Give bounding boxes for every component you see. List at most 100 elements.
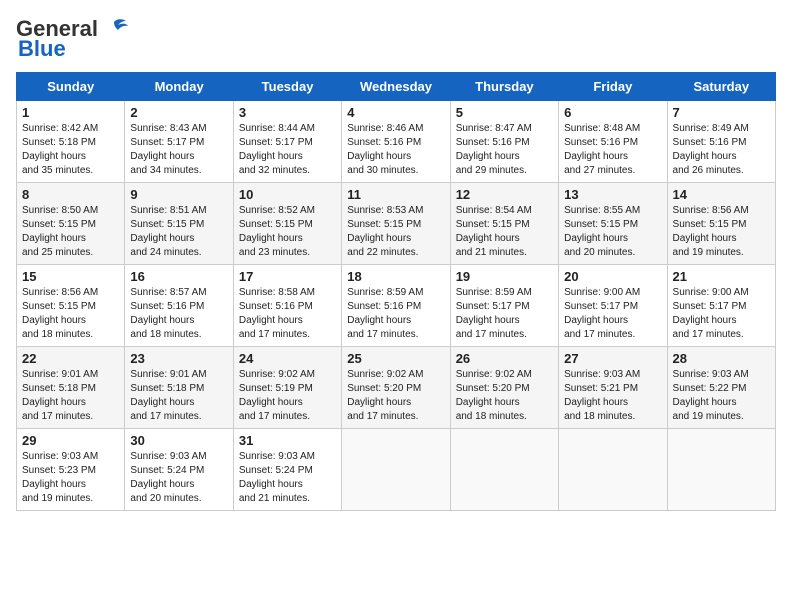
day-number: 10	[239, 187, 336, 202]
cell-info: Sunrise: 9:03 AMSunset: 5:21 PMDaylight …	[564, 368, 661, 424]
cell-info: Sunrise: 8:59 AMSunset: 5:16 PMDaylight …	[347, 286, 444, 342]
calendar-day-8: 8 Sunrise: 8:50 AMSunset: 5:15 PMDaylight…	[17, 183, 125, 265]
calendar-day-9: 9 Sunrise: 8:51 AMSunset: 5:15 PMDaylight…	[125, 183, 233, 265]
cell-info: Sunrise: 8:43 AMSunset: 5:17 PMDaylight …	[130, 122, 227, 178]
calendar-day-1: 1 Sunrise: 8:42 AMSunset: 5:18 PMDaylight…	[17, 101, 125, 183]
cell-info: Sunrise: 8:46 AMSunset: 5:16 PMDaylight …	[347, 122, 444, 178]
calendar-day-5: 5 Sunrise: 8:47 AMSunset: 5:16 PMDaylight…	[450, 101, 558, 183]
calendar-day-7: 7 Sunrise: 8:49 AMSunset: 5:16 PMDaylight…	[667, 101, 775, 183]
dow-header-sunday: Sunday	[17, 73, 125, 101]
logo-blue-text: Blue	[18, 36, 66, 62]
cell-info: Sunrise: 9:00 AMSunset: 5:17 PMDaylight …	[564, 286, 661, 342]
cell-info: Sunrise: 9:01 AMSunset: 5:18 PMDaylight …	[22, 368, 119, 424]
calendar-day-30: 30Sunrise: 9:03 AMSunset: 5:24 PMDayligh…	[125, 429, 233, 511]
empty-cell	[559, 429, 667, 511]
calendar-day-16: 16 Sunrise: 8:57 AMSunset: 5:16 PMDayligh…	[125, 265, 233, 347]
day-number: 17	[239, 269, 336, 284]
day-number: 2	[130, 105, 227, 120]
calendar-day-13: 13 Sunrise: 8:55 AMSunset: 5:15 PMDayligh…	[559, 183, 667, 265]
cell-info: Sunrise: 8:59 AMSunset: 5:17 PMDaylight …	[456, 286, 553, 342]
day-number: 15	[22, 269, 119, 284]
cell-info: Sunrise: 8:50 AMSunset: 5:15 PMDaylight …	[22, 204, 119, 260]
day-number: 13	[564, 187, 661, 202]
cell-info: Sunrise: 8:58 AMSunset: 5:16 PMDaylight …	[239, 286, 336, 342]
day-number: 29	[22, 433, 119, 448]
day-number: 18	[347, 269, 444, 284]
cell-info: Sunrise: 8:44 AMSunset: 5:17 PMDaylight …	[239, 122, 336, 178]
day-number: 21	[673, 269, 770, 284]
cell-info: Sunrise: 9:02 AMSunset: 5:20 PMDaylight …	[347, 368, 444, 424]
calendar-day-15: 15 Sunrise: 8:56 AMSunset: 5:15 PMDayligh…	[17, 265, 125, 347]
calendar-day-23: 23Sunrise: 9:01 AMSunset: 5:18 PMDayligh…	[125, 347, 233, 429]
cell-info: Sunrise: 9:03 AMSunset: 5:24 PMDaylight …	[130, 450, 227, 506]
logo: General Blue	[16, 16, 128, 62]
cell-info: Sunrise: 8:47 AMSunset: 5:16 PMDaylight …	[456, 122, 553, 178]
calendar-day-14: 14Sunrise: 8:56 AMSunset: 5:15 PMDayligh…	[667, 183, 775, 265]
calendar-day-19: 19 Sunrise: 8:59 AMSunset: 5:17 PMDayligh…	[450, 265, 558, 347]
cell-info: Sunrise: 8:56 AMSunset: 5:15 PMDaylight …	[22, 286, 119, 342]
cell-info: Sunrise: 8:52 AMSunset: 5:15 PMDaylight …	[239, 204, 336, 260]
empty-cell	[450, 429, 558, 511]
empty-cell	[667, 429, 775, 511]
cell-info: Sunrise: 8:57 AMSunset: 5:16 PMDaylight …	[130, 286, 227, 342]
calendar-day-28: 28 Sunrise: 9:03 AMSunset: 5:22 PMDayligh…	[667, 347, 775, 429]
day-number: 7	[673, 105, 770, 120]
day-number: 22	[22, 351, 119, 366]
day-number: 24	[239, 351, 336, 366]
cell-info: Sunrise: 8:53 AMSunset: 5:15 PMDaylight …	[347, 204, 444, 260]
cell-info: Sunrise: 8:54 AMSunset: 5:15 PMDaylight …	[456, 204, 553, 260]
day-number: 1	[22, 105, 119, 120]
calendar-day-27: 27Sunrise: 9:03 AMSunset: 5:21 PMDayligh…	[559, 347, 667, 429]
cell-info: Sunrise: 9:01 AMSunset: 5:18 PMDaylight …	[130, 368, 227, 424]
calendar-day-25: 25 Sunrise: 9:02 AMSunset: 5:20 PMDayligh…	[342, 347, 450, 429]
cell-info: Sunrise: 9:03 AMSunset: 5:24 PMDaylight …	[239, 450, 336, 506]
calendar-day-29: 29 Sunrise: 9:03 AMSunset: 5:23 PMDayligh…	[17, 429, 125, 511]
day-number: 25	[347, 351, 444, 366]
cell-info: Sunrise: 9:03 AMSunset: 5:22 PMDaylight …	[673, 368, 770, 424]
header: General Blue	[16, 16, 776, 62]
cell-info: Sunrise: 9:02 AMSunset: 5:19 PMDaylight …	[239, 368, 336, 424]
logo-bird-icon	[100, 18, 128, 40]
cell-info: Sunrise: 8:55 AMSunset: 5:15 PMDaylight …	[564, 204, 661, 260]
dow-header-thursday: Thursday	[450, 73, 558, 101]
calendar-day-2: 2 Sunrise: 8:43 AMSunset: 5:17 PMDaylight…	[125, 101, 233, 183]
calendar-day-4: 4 Sunrise: 8:46 AMSunset: 5:16 PMDaylight…	[342, 101, 450, 183]
day-number: 28	[673, 351, 770, 366]
cell-info: Sunrise: 8:48 AMSunset: 5:16 PMDaylight …	[564, 122, 661, 178]
calendar-day-31: 31 Sunrise: 9:03 AMSunset: 5:24 PMDayligh…	[233, 429, 341, 511]
calendar-table: SundayMondayTuesdayWednesdayThursdayFrid…	[16, 72, 776, 511]
calendar-day-24: 24 Sunrise: 9:02 AMSunset: 5:19 PMDayligh…	[233, 347, 341, 429]
day-number: 5	[456, 105, 553, 120]
cell-info: Sunrise: 9:03 AMSunset: 5:23 PMDaylight …	[22, 450, 119, 506]
calendar-day-6: 6 Sunrise: 8:48 AMSunset: 5:16 PMDaylight…	[559, 101, 667, 183]
day-number: 31	[239, 433, 336, 448]
day-number: 6	[564, 105, 661, 120]
cell-info: Sunrise: 8:42 AMSunset: 5:18 PMDaylight …	[22, 122, 119, 178]
calendar-day-26: 26 Sunrise: 9:02 AMSunset: 5:20 PMDayligh…	[450, 347, 558, 429]
day-number: 20	[564, 269, 661, 284]
day-number: 4	[347, 105, 444, 120]
cell-info: Sunrise: 9:02 AMSunset: 5:20 PMDaylight …	[456, 368, 553, 424]
day-number: 3	[239, 105, 336, 120]
calendar-day-18: 18 Sunrise: 8:59 AMSunset: 5:16 PMDayligh…	[342, 265, 450, 347]
cell-info: Sunrise: 8:51 AMSunset: 5:15 PMDaylight …	[130, 204, 227, 260]
cell-info: Sunrise: 9:00 AMSunset: 5:17 PMDaylight …	[673, 286, 770, 342]
day-number: 16	[130, 269, 227, 284]
day-number: 19	[456, 269, 553, 284]
day-number: 8	[22, 187, 119, 202]
calendar-day-11: 11 Sunrise: 8:53 AMSunset: 5:15 PMDayligh…	[342, 183, 450, 265]
day-number: 11	[347, 187, 444, 202]
calendar-day-21: 21 Sunrise: 9:00 AMSunset: 5:17 PMDayligh…	[667, 265, 775, 347]
calendar-day-10: 10 Sunrise: 8:52 AMSunset: 5:15 PMDayligh…	[233, 183, 341, 265]
cell-info: Sunrise: 8:56 AMSunset: 5:15 PMDaylight …	[673, 204, 770, 260]
day-number: 12	[456, 187, 553, 202]
cell-info: Sunrise: 8:49 AMSunset: 5:16 PMDaylight …	[673, 122, 770, 178]
calendar-day-20: 20 Sunrise: 9:00 AMSunset: 5:17 PMDayligh…	[559, 265, 667, 347]
dow-header-tuesday: Tuesday	[233, 73, 341, 101]
day-number: 26	[456, 351, 553, 366]
dow-header-saturday: Saturday	[667, 73, 775, 101]
empty-cell	[342, 429, 450, 511]
calendar-day-3: 3 Sunrise: 8:44 AMSunset: 5:17 PMDaylight…	[233, 101, 341, 183]
day-number: 9	[130, 187, 227, 202]
calendar-day-17: 17 Sunrise: 8:58 AMSunset: 5:16 PMDayligh…	[233, 265, 341, 347]
